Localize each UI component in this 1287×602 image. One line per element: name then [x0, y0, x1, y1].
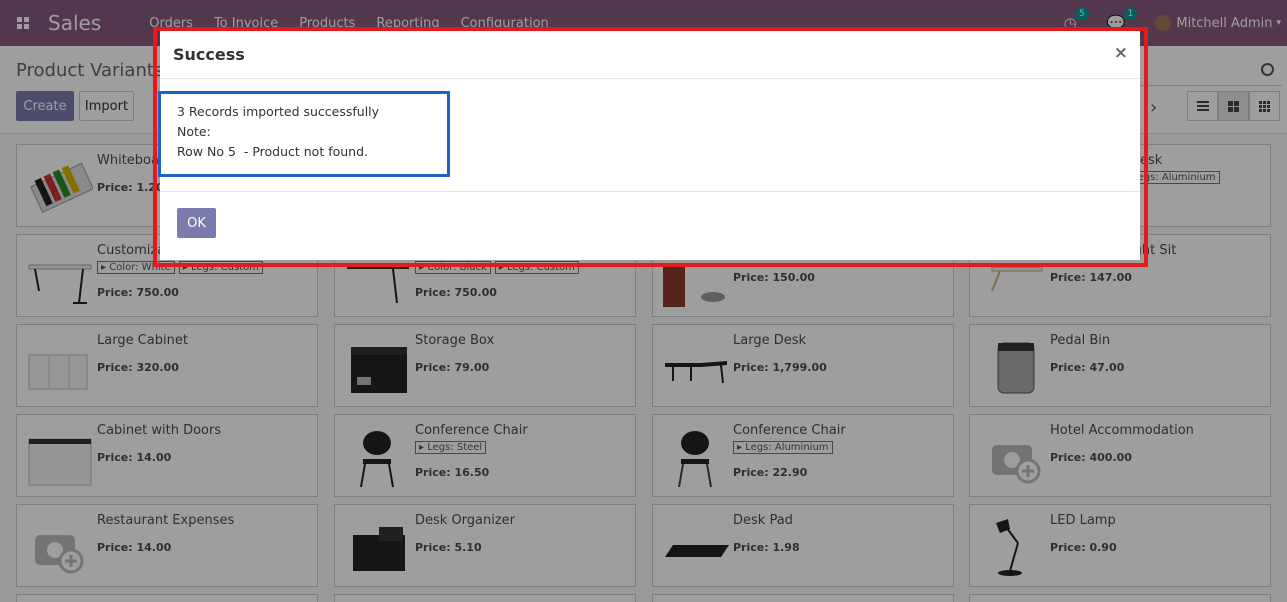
highlight-message-box	[158, 91, 450, 177]
